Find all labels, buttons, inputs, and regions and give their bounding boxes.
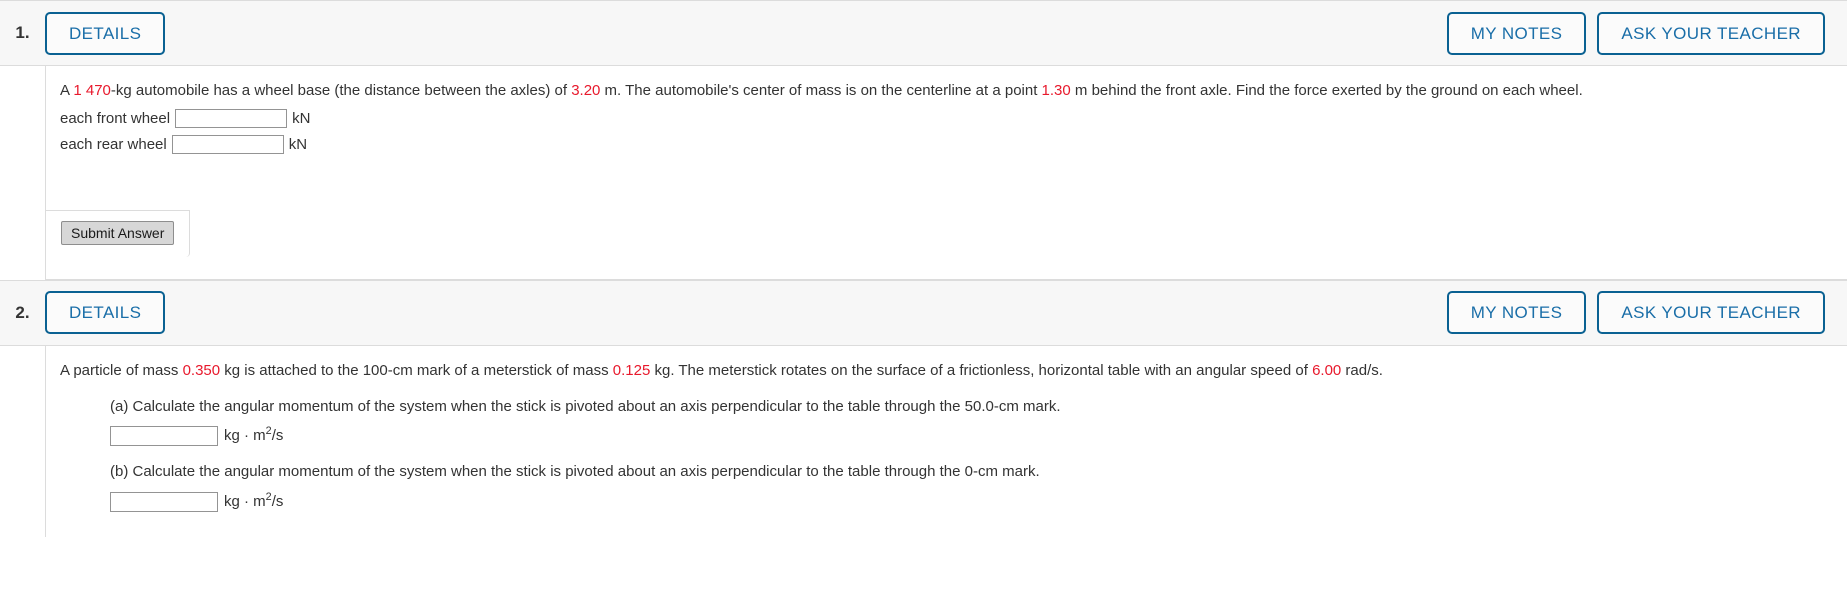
my-notes-button-2[interactable]: MY NOTES (1446, 291, 1587, 335)
question-2-header-actions: MY NOTES ASK YOUR TEACHER (1446, 291, 1825, 335)
question-2-number: 2. (15, 302, 30, 322)
part-b-unit-tail: /s (271, 492, 284, 510)
my-notes-button-1[interactable]: MY NOTES (1446, 11, 1587, 55)
question-1-header-actions: MY NOTES ASK YOUR TEACHER (1446, 11, 1825, 55)
prompt-value-mass: 1 470 (73, 82, 111, 99)
q2-prompt-seg-2: kg is attached to the 100-cm mark of a m… (220, 361, 613, 379)
part-b-unit-base: kg · m (224, 492, 266, 510)
part-a-unit-base: kg · m (224, 427, 266, 445)
question-1-gutter (0, 66, 46, 280)
question-2-gutter (0, 345, 46, 537)
part-a-text: (a) Calculate the angular momentum of th… (110, 397, 1061, 415)
ask-your-teacher-button-2[interactable]: ASK YOUR TEACHER (1597, 291, 1825, 335)
rear-wheel-unit: kN (288, 135, 308, 153)
answer-row-rear-wheel: each rear wheel kN (46, 134, 1847, 154)
question-2-bottom-spacer (46, 513, 1847, 537)
question-1-prompt: A 1 470-kg automobile has a wheel base (… (46, 66, 1847, 102)
q2-prompt-seg-4: rad/s. (1341, 361, 1383, 379)
submit-answer-button-1[interactable]: Submit Answer (61, 220, 175, 245)
question-2-body: A particle of mass 0.350 kg is attached … (0, 345, 1847, 537)
q2-prompt-value-meterstick-mass: 0.125 (612, 361, 651, 379)
prompt-seg-2: -kg automobile has a wheel base (the dis… (110, 82, 572, 99)
prompt-value-distance: 1.30 (1041, 82, 1071, 99)
part-a-input[interactable] (110, 426, 218, 447)
assignment-page: 1. DETAILS MY NOTES ASK YOUR TEACHER A 1… (0, 0, 1847, 537)
details-button-2[interactable]: DETAILS (45, 291, 166, 335)
prompt-seg-3: m. The automobile's center of mass is on… (600, 82, 1042, 99)
question-2-part-b: (b) Calculate the angular momentum of th… (46, 461, 1847, 513)
answer-label-front-wheel: each front wheel (60, 109, 171, 127)
q2-prompt-value-particle-mass: 0.350 (182, 361, 221, 379)
q2-prompt-seg-3: kg. The meterstick rotates on the surfac… (650, 361, 1313, 379)
question-2-part-a: (a) Calculate the angular momentum of th… (46, 396, 1847, 448)
question-1-header: 1. DETAILS MY NOTES ASK YOUR TEACHER (0, 0, 1847, 66)
answer-row-front-wheel: each front wheel kN (46, 108, 1847, 128)
front-wheel-unit: kN (292, 109, 311, 127)
question-1-content: A 1 470-kg automobile has a wheel base (… (46, 66, 1847, 280)
part-b-answer-row: kg · m2/s (110, 491, 1847, 513)
details-button-1[interactable]: DETAILS (45, 11, 166, 55)
part-b-text: (b) Calculate the angular momentum of th… (110, 463, 1040, 480)
question-1-submit-container: Submit Answer (46, 209, 191, 257)
question-1-bottom-spacer (46, 257, 1847, 279)
question-2-prompt: A particle of mass 0.350 kg is attached … (46, 346, 1847, 382)
part-a-unit-tail: /s (271, 427, 284, 445)
prompt-seg-4: m behind the front axle. Find the force … (1070, 82, 1583, 99)
question-2-header: 2. DETAILS MY NOTES ASK YOUR TEACHER (0, 279, 1847, 346)
part-b-input[interactable] (110, 491, 218, 512)
rear-wheel-input[interactable] (171, 134, 284, 154)
part-a-answer-row: kg · m2/s (110, 425, 1847, 447)
answer-label-rear-wheel: each rear wheel (60, 135, 167, 153)
ask-your-teacher-button-1[interactable]: ASK YOUR TEACHER (1597, 11, 1825, 55)
part-a-unit: kg · m2/s (224, 425, 283, 447)
question-1-number: 1. (15, 23, 30, 42)
question-1-body: A 1 470-kg automobile has a wheel base (… (0, 66, 1847, 280)
front-wheel-input[interactable] (175, 108, 288, 128)
question-2-content: A particle of mass 0.350 kg is attached … (46, 346, 1847, 537)
part-b-unit: kg · m2/s (224, 491, 283, 513)
prompt-seg-1: A (60, 82, 74, 99)
q2-prompt-value-angular-speed: 6.00 (1312, 361, 1342, 379)
q2-prompt-seg-1: A particle of mass (60, 361, 183, 379)
prompt-value-wheelbase: 3.20 (571, 82, 601, 99)
